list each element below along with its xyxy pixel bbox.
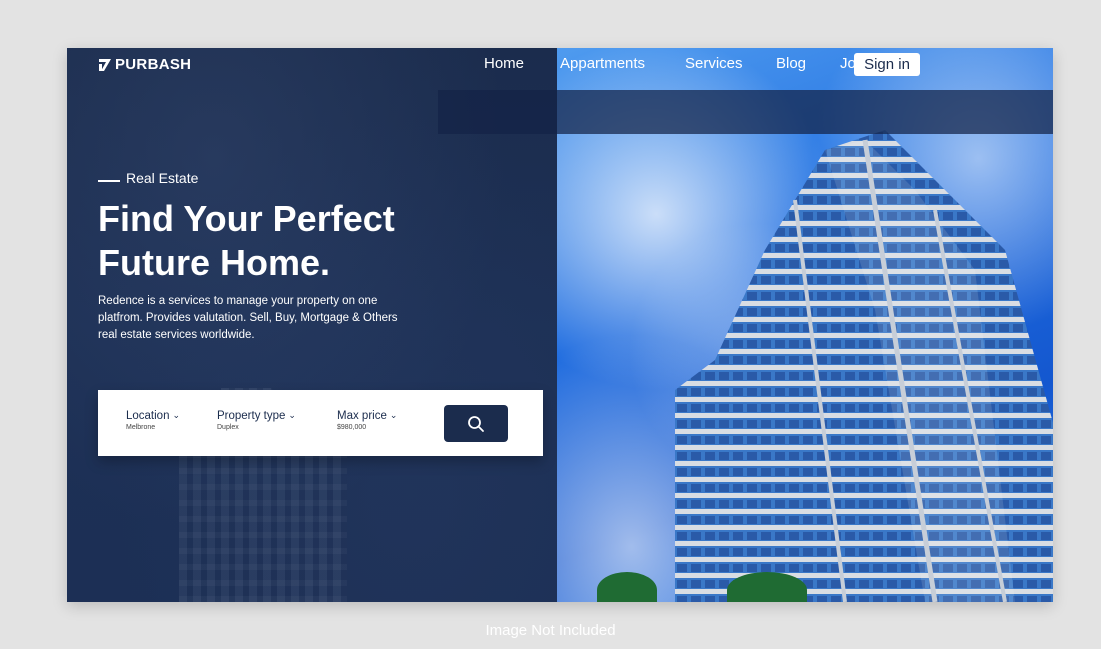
property-search-bar: Location ⌄ Melbrone Property type ⌄ Duplex… — [98, 390, 543, 456]
nav-item-home[interactable]: Home — [484, 54, 524, 74]
chevron-down-icon: ⌄ — [389, 410, 398, 420]
search-button[interactable] — [444, 405, 508, 442]
palm-tree-right — [727, 572, 807, 602]
kicker-dash — [98, 180, 120, 182]
kicker-text: Real Estate — [126, 170, 199, 186]
top-navigation-bar — [438, 90, 1053, 134]
location-label: Location — [126, 410, 170, 422]
chevron-down-icon: ⌄ — [288, 410, 296, 420]
logo-mark-icon — [99, 58, 111, 71]
property-type-filter[interactable]: Property type ⌄ Duplex — [217, 410, 296, 431]
hero-title-line-1: Find Your Perfect — [98, 198, 395, 239]
location-value: Melbrone — [126, 424, 156, 431]
max-price-filter[interactable]: Max price ⌄ $980,000 — [337, 410, 397, 431]
max-price-value: $980,000 — [337, 424, 367, 431]
hero-title: Find Your Perfect Future Home. — [98, 197, 458, 285]
hero-description: Redence is a services to manage your pro… — [98, 295, 398, 341]
brand-logo[interactable]: PURBASH — [99, 56, 191, 73]
palm-tree-left — [597, 572, 657, 602]
image-caption: Image Not Included — [485, 622, 616, 639]
chevron-down-icon: ⌄ — [172, 410, 181, 420]
nav-item-appartments[interactable]: Appartments — [560, 54, 645, 74]
skyscraper-image — [675, 130, 1053, 602]
nav-item-blog[interactable]: Blog — [776, 54, 806, 74]
nav-item-services[interactable]: Services — [685, 54, 743, 74]
hero-kicker: Real Estate — [98, 170, 198, 186]
search-icon — [468, 415, 484, 432]
brand-name: PURBASH — [115, 56, 192, 73]
hero-title-line-2: Future Home. — [98, 242, 331, 283]
property-type-label: Property type — [217, 410, 286, 422]
property-type-value: Duplex — [217, 424, 239, 431]
sign-in-button[interactable]: Sign in — [854, 53, 920, 76]
location-filter[interactable]: Location ⌄ Melbrone — [126, 410, 180, 431]
max-price-label: Max price — [337, 410, 387, 422]
